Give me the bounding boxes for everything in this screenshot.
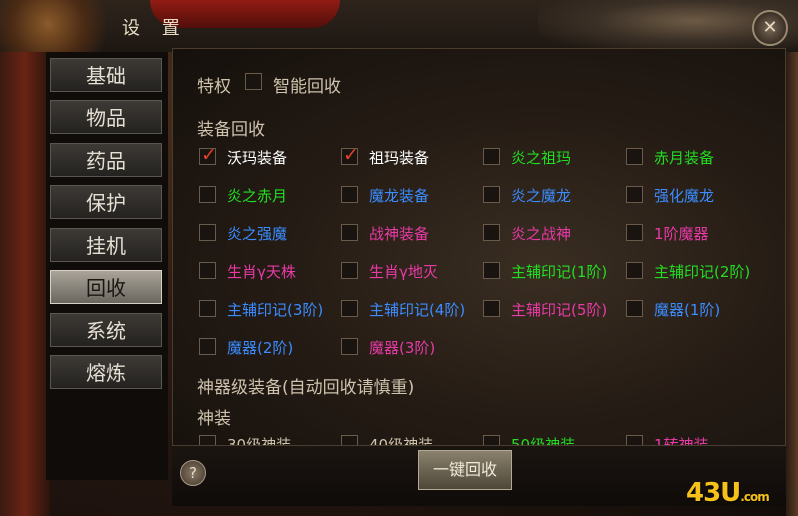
recycle-option-checkbox[interactable]: [341, 144, 359, 166]
tab-auto-hunt[interactable]: 挂机: [50, 228, 162, 262]
recycle-option-label: 炎之强魔: [227, 225, 288, 243]
tab-smelting[interactable]: 熔炼: [50, 355, 162, 389]
site-watermark-logo: 43U.com: [686, 478, 770, 508]
recycle-option-label: 炎之战神: [511, 225, 572, 243]
tab-basic[interactable]: 基础: [50, 58, 162, 92]
smart-recycle-checkbox[interactable]: [245, 73, 262, 90]
recycle-option-checkbox[interactable]: [483, 300, 500, 317]
recycle-option-checkbox[interactable]: [626, 224, 643, 241]
frame-right-edge: [786, 52, 798, 516]
recycle-option-checkbox[interactable]: [626, 148, 643, 165]
settings-window: 设 置 ✕ 基础 物品 药品 保护 挂机 回收 系统 熔炼 特权 智能回收 装备…: [0, 0, 798, 516]
recycle-option-label: 生肖γ天株: [227, 263, 296, 281]
recycle-option-label: 主辅印记(1阶): [511, 263, 608, 281]
recycle-option-checkbox[interactable]: [199, 186, 216, 203]
divine-option-checkbox[interactable]: [483, 435, 500, 445]
recycle-option-label: 炎之祖玛: [511, 149, 572, 167]
recycle-option-checkbox[interactable]: [483, 148, 500, 165]
divine-option-label: 40级神装: [369, 436, 434, 446]
recycle-option-checkbox[interactable]: [341, 186, 358, 203]
recycle-option-label: 强化魔龙: [654, 187, 715, 205]
recycle-settings-panel: 特权 智能回收 装备回收 沃玛装备 祖玛装备 炎之祖玛 赤月装备炎之赤月 魔龙装备 炎之魔…: [172, 48, 786, 446]
recycle-option-label: 魔器(1阶): [654, 301, 721, 319]
divine-option-label: 1转神装: [654, 436, 709, 446]
divine-option-label: 50级神装: [511, 436, 576, 446]
divine-option-checkbox[interactable]: [341, 435, 358, 445]
recycle-option-checkbox[interactable]: [626, 186, 643, 203]
recycle-option-label: 祖玛装备: [369, 149, 430, 167]
recycle-option-label: 魔龙装备: [369, 187, 430, 205]
recycle-option-checkbox[interactable]: [483, 262, 500, 279]
recycle-option-label: 赤月装备: [654, 149, 715, 167]
recycle-option-checkbox[interactable]: [199, 262, 216, 279]
recycle-option-label: 主辅印记(3阶): [227, 301, 324, 319]
dragon-ornament-left: [0, 0, 120, 60]
recycle-option-label: 1阶魔器: [654, 225, 709, 243]
recycle-option-label: 主辅印记(2阶): [654, 263, 751, 281]
divine-option-checkbox[interactable]: [199, 435, 216, 445]
recycle-option-label: 炎之魔龙: [511, 187, 572, 205]
recycle-option-checkbox[interactable]: [341, 300, 358, 317]
help-icon[interactable]: ?: [180, 460, 206, 486]
recycle-option-label: 魔器(3阶): [369, 339, 436, 357]
recycle-option-checkbox[interactable]: [341, 338, 358, 355]
watermark-suffix: .com: [740, 490, 769, 504]
recycle-option-label: 战神装备: [369, 225, 430, 243]
smart-recycle-label: 智能回收: [273, 77, 341, 97]
recycle-option-checkbox[interactable]: [199, 300, 216, 317]
recycle-option-label: 主辅印记(5阶): [511, 301, 608, 319]
recycle-option-checkbox[interactable]: [626, 300, 643, 317]
recycle-option-label: 炎之赤月: [227, 187, 288, 205]
frame-left-edge: [0, 52, 50, 516]
recycle-option-checkbox[interactable]: [483, 224, 500, 241]
recycle-option-label: 魔器(2阶): [227, 339, 294, 357]
recycle-option-checkbox[interactable]: [199, 338, 216, 355]
settings-tab-sidebar: 基础 物品 药品 保护 挂机 回收 系统 熔炼: [46, 52, 168, 480]
recycle-option-label: 沃玛装备: [227, 149, 288, 167]
recycle-option-checkbox[interactable]: [199, 144, 217, 166]
window-title: 设 置: [122, 18, 188, 39]
recycle-option-checkbox[interactable]: [341, 224, 358, 241]
divine-heading: 神装: [197, 409, 231, 429]
recycle-option-label: 生肖γ地灭: [369, 263, 438, 281]
tab-protection[interactable]: 保护: [50, 185, 162, 219]
privilege-label: 特权: [197, 77, 231, 97]
tab-potions[interactable]: 药品: [50, 143, 162, 177]
recycle-option-checkbox[interactable]: [341, 262, 358, 279]
equipment-recycle-heading: 装备回收: [197, 120, 265, 140]
one-click-recycle-button[interactable]: 一键回收: [418, 450, 512, 490]
recycle-option-label: 主辅印记(4阶): [369, 301, 466, 319]
tab-system[interactable]: 系统: [50, 313, 162, 347]
recycle-option-checkbox[interactable]: [199, 224, 216, 241]
recycle-option-checkbox[interactable]: [626, 262, 643, 279]
recycle-option-checkbox[interactable]: [483, 186, 500, 203]
tab-items[interactable]: 物品: [50, 100, 162, 134]
tab-recycle[interactable]: 回收: [50, 270, 162, 304]
close-button[interactable]: ✕: [752, 10, 788, 46]
divine-option-label: 30级神装: [227, 436, 292, 446]
watermark-text: 43U: [686, 478, 741, 508]
artifact-heading: 神器级装备(自动回收请慎重): [197, 378, 415, 398]
divine-option-checkbox[interactable]: [626, 435, 643, 445]
